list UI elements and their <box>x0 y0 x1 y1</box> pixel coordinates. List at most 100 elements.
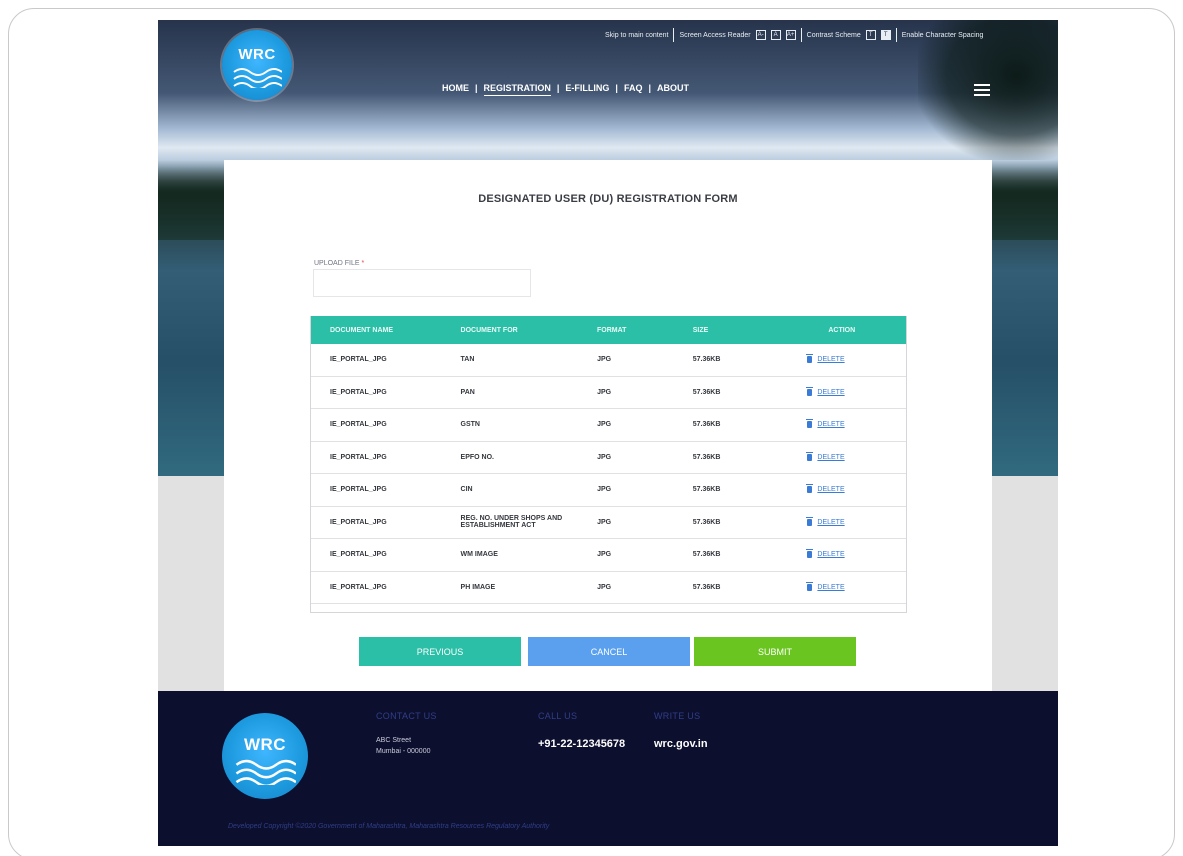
nav-about[interactable]: ABOUT <box>657 83 689 96</box>
cell-document-for: PH IMAGE <box>460 583 496 591</box>
font-normal-button[interactable]: A <box>770 30 781 40</box>
contact-address: ABC Street Mumbai - 000000 <box>376 735 430 757</box>
accessibility-bar: Skip to main content Screen Access Reade… <box>605 28 983 42</box>
nav-faq[interactable]: FAQ <box>624 83 643 96</box>
skip-to-content-link[interactable]: Skip to main content <box>605 32 668 39</box>
cell-format: JPG <box>597 421 612 429</box>
waves-icon <box>235 759 296 785</box>
address-line-1: ABC Street <box>376 737 412 744</box>
trash-icon[interactable] <box>806 451 814 461</box>
cell-format: JPG <box>597 551 612 559</box>
delete-link[interactable]: DELETE <box>817 421 844 428</box>
nav-separator: | <box>475 83 478 93</box>
cell-action: DELETE <box>780 354 906 364</box>
trash-icon[interactable] <box>806 484 814 494</box>
nav-registration[interactable]: REGISTRATION <box>483 83 551 96</box>
delete-link[interactable]: DELETE <box>817 486 844 493</box>
cell-action: DELETE <box>780 386 906 396</box>
font-increase-button[interactable]: A+ <box>785 30 796 40</box>
cell-document-name: IE_PORTAL_JPG <box>330 356 387 364</box>
screen-reader-link[interactable]: Screen Access Reader <box>679 32 750 39</box>
font-decrease-button[interactable]: A- <box>755 30 766 40</box>
table-header: DOCUMENT NAME DOCUMENT FOR FORMAT SIZE A… <box>311 316 906 344</box>
character-spacing-link[interactable]: Enable Character Spacing <box>902 32 984 39</box>
nav-home[interactable]: HOME <box>442 83 469 96</box>
trash-icon[interactable] <box>806 549 814 559</box>
cell-size: 57.36KB <box>692 518 721 526</box>
website-link[interactable]: wrc.gov.in <box>654 738 708 750</box>
cell-format: JPG <box>597 518 612 526</box>
contrast-label: Contrast Scheme <box>806 31 861 39</box>
previous-button[interactable]: PREVIOUS <box>359 637 521 666</box>
divider <box>800 28 802 42</box>
cell-document-name: IE_PORTAL_JPG <box>330 453 387 461</box>
delete-link[interactable]: DELETE <box>817 389 844 396</box>
cell-format: JPG <box>597 388 612 396</box>
cell-size: 57.36KB <box>692 583 721 591</box>
address-line-2: Mumbai - 000000 <box>376 748 431 755</box>
cell-format: JPG <box>597 356 612 364</box>
logo-text: WRC <box>238 46 276 63</box>
registration-form-card: DESIGNATED USER (DU) REGISTRATION FORM U… <box>224 160 992 691</box>
table-row: IE_PORTAL_JPG PAN JPG 57.36KB DELETE <box>311 377 906 409</box>
divider <box>895 28 897 42</box>
cell-size: 57.36KB <box>692 551 721 559</box>
cell-format: JPG <box>597 583 612 591</box>
cell-format: JPG <box>597 453 612 461</box>
contrast-light-button[interactable]: T <box>865 30 876 40</box>
cell-document-for: REG. NO. UNDER SHOPS AND ESTABLISHMENT A… <box>460 515 563 530</box>
call-us-heading: CALL US <box>538 711 578 721</box>
cell-document-for: PAN <box>460 388 475 396</box>
trash-icon[interactable] <box>806 386 814 396</box>
nav-separator: | <box>648 83 651 93</box>
cell-document-for: GSTN <box>460 421 480 429</box>
cell-document-name: IE_PORTAL_JPG <box>330 388 387 396</box>
cell-action: DELETE <box>780 516 906 526</box>
cell-size: 57.36KB <box>692 453 721 461</box>
delete-link[interactable]: DELETE <box>817 356 844 363</box>
table-row: IE_PORTAL_JPG CIN JPG 57.36KB DELETE <box>311 474 906 507</box>
delete-link[interactable]: DELETE <box>817 584 844 591</box>
contrast-dark-button[interactable]: T <box>880 30 891 40</box>
table-row: IE_PORTAL_JPG PH IMAGE JPG 57.36KB DELET… <box>311 572 906 604</box>
cell-document-name: IE_PORTAL_JPG <box>330 421 387 429</box>
cell-size: 57.36KB <box>692 388 721 396</box>
waves-icon <box>233 68 282 88</box>
footer-wrc-logo[interactable]: WRC <box>222 713 308 799</box>
footer-logo-text: WRC <box>243 735 287 754</box>
delete-link[interactable]: DELETE <box>817 551 844 558</box>
documents-table: DOCUMENT NAME DOCUMENT FOR FORMAT SIZE A… <box>310 316 907 613</box>
header-document-for: DOCUMENT FOR <box>460 326 518 334</box>
submit-button[interactable]: SUBMIT <box>694 637 856 666</box>
cell-action: DELETE <box>780 581 906 591</box>
upload-file-input[interactable] <box>313 269 531 297</box>
website: WRC Skip to main content Screen Access R… <box>158 20 1058 846</box>
cell-document-name: IE_PORTAL_JPG <box>330 583 387 591</box>
wrc-logo[interactable]: WRC <box>222 30 292 100</box>
cell-document-name: IE_PORTAL_JPG <box>330 551 387 559</box>
copyright-text: Developed Copyright ©2020 Government of … <box>228 823 550 830</box>
trash-icon[interactable] <box>806 419 814 429</box>
table-row: IE_PORTAL_JPG GSTN JPG 57.36KB DELETE <box>311 409 906 442</box>
trash-icon[interactable] <box>806 354 814 364</box>
cell-format: JPG <box>597 486 612 494</box>
cell-document-for: WM IMAGE <box>460 551 498 559</box>
menu-icon[interactable] <box>974 84 990 96</box>
cell-action: DELETE <box>780 549 906 559</box>
delete-link[interactable]: DELETE <box>817 519 844 526</box>
cancel-button[interactable]: CANCEL <box>528 637 690 666</box>
phone-number[interactable]: +91-22-12345678 <box>538 738 625 750</box>
header-size: SIZE <box>692 326 709 334</box>
table-row: IE_PORTAL_JPG TAN JPG 57.36KB DELETE <box>311 344 906 377</box>
nav-e-filling[interactable]: E-FILLING <box>565 83 609 96</box>
contact-us-heading: CONTACT US <box>376 711 437 721</box>
cell-size: 57.36KB <box>692 421 721 429</box>
upload-file-label: UPLOAD FILE * <box>314 260 364 267</box>
write-us-heading: WRITE US <box>654 711 701 721</box>
cell-document-name: IE_PORTAL_JPG <box>330 486 387 494</box>
delete-link[interactable]: DELETE <box>817 454 844 461</box>
trash-icon[interactable] <box>806 581 814 591</box>
cell-document-for: CIN <box>460 486 473 494</box>
trash-icon[interactable] <box>806 516 814 526</box>
form-title: DESIGNATED USER (DU) REGISTRATION FORM <box>478 193 738 205</box>
